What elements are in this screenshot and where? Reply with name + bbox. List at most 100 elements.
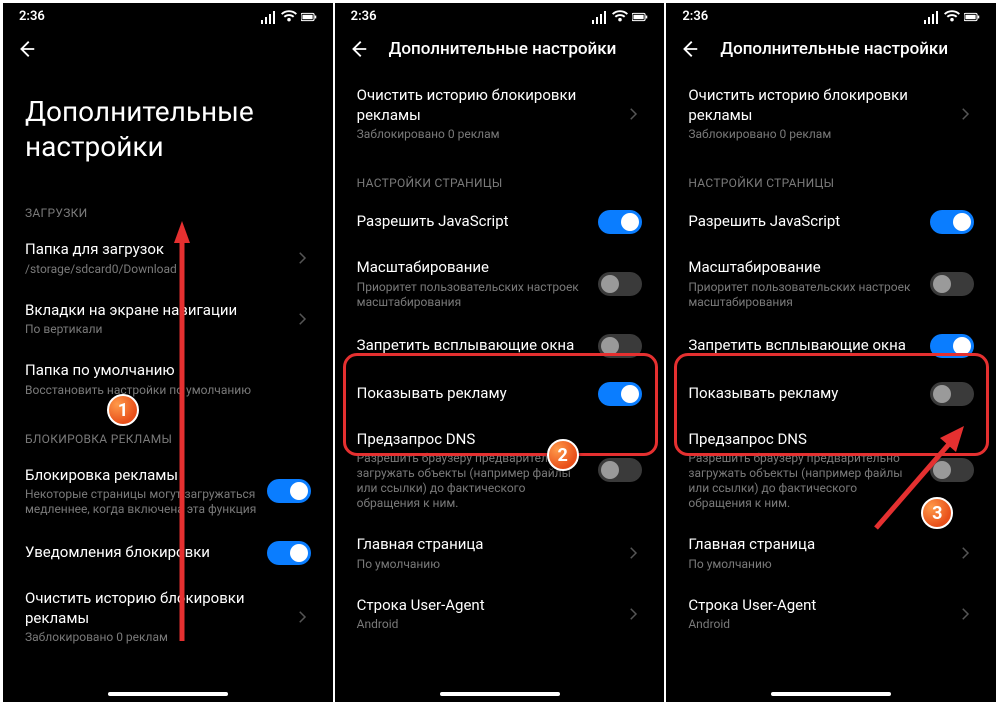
status-bar: 2:36 [666, 3, 996, 28]
adblock-toggle[interactable] [267, 479, 311, 503]
show-ads-item[interactable]: Показывать рекламу [666, 370, 996, 418]
dns-toggle[interactable] [930, 458, 974, 482]
back-icon[interactable] [347, 38, 369, 60]
clear-history-item[interactable]: Очистить историю блокировки рекламы Забл… [666, 70, 996, 154]
item-label: Вкладки на экране навигации [25, 301, 283, 321]
item-label: Папка по умолчанию [25, 361, 311, 381]
block-popups-item[interactable]: Запретить всплывающие окна [335, 322, 665, 370]
default-folder-item[interactable]: Папка по умолчанию Восстановить настройк… [3, 349, 333, 410]
js-toggle[interactable] [598, 210, 642, 234]
clear-history-item[interactable]: Очистить историю блокировки рекламы Забл… [3, 577, 333, 657]
item-label: Разрешить JavaScript [357, 212, 589, 232]
header: Дополнительные настройки [335, 28, 665, 70]
status-icons [592, 10, 648, 24]
show-ads-item[interactable]: Показывать рекламу [335, 370, 665, 418]
item-label: Предзапрос DNS [357, 430, 589, 450]
item-sub: По умолчанию [688, 557, 946, 572]
clear-history-item[interactable]: Очистить историю блокировки рекламы Забл… [335, 70, 665, 154]
item-sub: По умолчанию [357, 557, 615, 572]
block-notifications-item[interactable]: Уведомления блокировки [3, 529, 333, 577]
section-downloads: ЗАГРУЗКИ [3, 184, 333, 228]
item-label: Предзапрос DNS [688, 430, 920, 450]
phone-screen-1: 2:36 Дополнительные настройки ЗАГРУЗКИ П… [3, 3, 333, 702]
item-label: Показывать рекламу [688, 384, 920, 404]
wifi-icon [612, 10, 628, 24]
zoom-toggle[interactable] [930, 272, 974, 296]
item-sub: Android [688, 617, 946, 632]
item-sub: Приоритет пользовательских настроек масш… [357, 280, 589, 310]
item-sub: /storage/sdcard0/Download [25, 262, 283, 277]
chevron-right-icon [624, 544, 642, 562]
chevron-right-icon [293, 249, 311, 267]
item-label: Папка для загрузок [25, 240, 283, 260]
battery-icon [632, 10, 648, 24]
clock: 2:36 [351, 9, 377, 24]
download-folder-item[interactable]: Папка для загрузок /storage/sdcard0/Down… [3, 228, 333, 289]
item-label: Очистить историю блокировки рекламы [25, 589, 283, 628]
nav-indicator [440, 692, 560, 696]
chevron-right-icon [624, 605, 642, 623]
home-item[interactable]: Главная страница По умолчанию [666, 523, 996, 584]
signal-icon [592, 10, 608, 24]
chevron-right-icon [293, 608, 311, 626]
js-toggle[interactable] [930, 210, 974, 234]
item-label: Строка User-Agent [688, 596, 946, 616]
item-label: Разрешить JavaScript [688, 212, 920, 232]
zoom-item[interactable]: Масштабирование Приоритет пользовательск… [666, 246, 996, 322]
back-icon[interactable] [678, 38, 700, 60]
nav-tabs-item[interactable]: Вкладки на экране навигации По вертикали [3, 289, 333, 350]
status-icons [261, 10, 317, 24]
allow-js-item[interactable]: Разрешить JavaScript [335, 198, 665, 246]
wifi-icon [281, 10, 297, 24]
ads-toggle[interactable] [598, 382, 642, 406]
item-sub: Разрешить браузеру предварительно загруж… [688, 451, 920, 511]
popups-toggle[interactable] [598, 334, 642, 358]
battery-icon [964, 10, 980, 24]
block-popups-item[interactable]: Запретить всплывающие окна [666, 322, 996, 370]
item-label: Строка User-Agent [357, 596, 615, 616]
back-icon[interactable] [15, 38, 37, 60]
signal-icon [924, 10, 940, 24]
item-label: Масштабирование [357, 258, 589, 278]
item-sub: Некоторые страницы могут загружаться мед… [25, 487, 257, 517]
ua-item[interactable]: Строка User-Agent Android [335, 584, 665, 645]
item-sub: Заблокировано 0 реклам [688, 127, 946, 142]
home-item[interactable]: Главная страница По умолчанию [335, 523, 665, 584]
header-back-only [3, 28, 333, 70]
dns-toggle[interactable] [598, 458, 642, 482]
zoom-toggle[interactable] [598, 272, 642, 296]
zoom-item[interactable]: Масштабирование Приоритет пользовательск… [335, 246, 665, 322]
item-label: Блокировка рекламы [25, 466, 257, 486]
item-sub: Разрешить браузеру предварительно загруж… [357, 451, 589, 511]
adblock-item[interactable]: Блокировка рекламы Некоторые страницы мо… [3, 454, 333, 530]
chevron-right-icon [956, 105, 974, 123]
chevron-right-icon [956, 544, 974, 562]
item-label: Запретить всплывающие окна [688, 336, 920, 356]
dns-item[interactable]: Предзапрос DNS Разрешить браузеру предва… [335, 418, 665, 524]
item-sub: По вертикали [25, 322, 283, 337]
page-title: Дополнительные настройки [3, 70, 333, 184]
header-title: Дополнительные настройки [720, 39, 948, 59]
header: Дополнительные настройки [666, 28, 996, 70]
ua-item[interactable]: Строка User-Agent Android [666, 584, 996, 645]
item-sub: Android [357, 617, 615, 632]
item-sub: Заблокировано 0 реклам [357, 127, 615, 142]
status-bar: 2:36 [3, 3, 333, 28]
dns-item[interactable]: Предзапрос DNS Разрешить браузеру предва… [666, 418, 996, 524]
item-label: Масштабирование [688, 258, 920, 278]
clock: 2:36 [682, 9, 708, 24]
notifications-toggle[interactable] [267, 541, 311, 565]
item-sub: Заблокировано 0 реклам [25, 630, 283, 645]
ads-toggle[interactable] [930, 382, 974, 406]
allow-js-item[interactable]: Разрешить JavaScript [666, 198, 996, 246]
popups-toggle[interactable] [930, 334, 974, 358]
battery-icon [301, 10, 317, 24]
item-label: Главная страница [357, 535, 615, 555]
section-page-settings: НАСТРОЙКИ СТРАНИЦЫ [666, 154, 996, 198]
chevron-right-icon [956, 605, 974, 623]
item-sub: Восстановить настройки по умолчанию [25, 383, 311, 398]
nav-indicator [108, 692, 228, 696]
item-label: Главная страница [688, 535, 946, 555]
header-title: Дополнительные настройки [389, 39, 617, 59]
wifi-icon [944, 10, 960, 24]
